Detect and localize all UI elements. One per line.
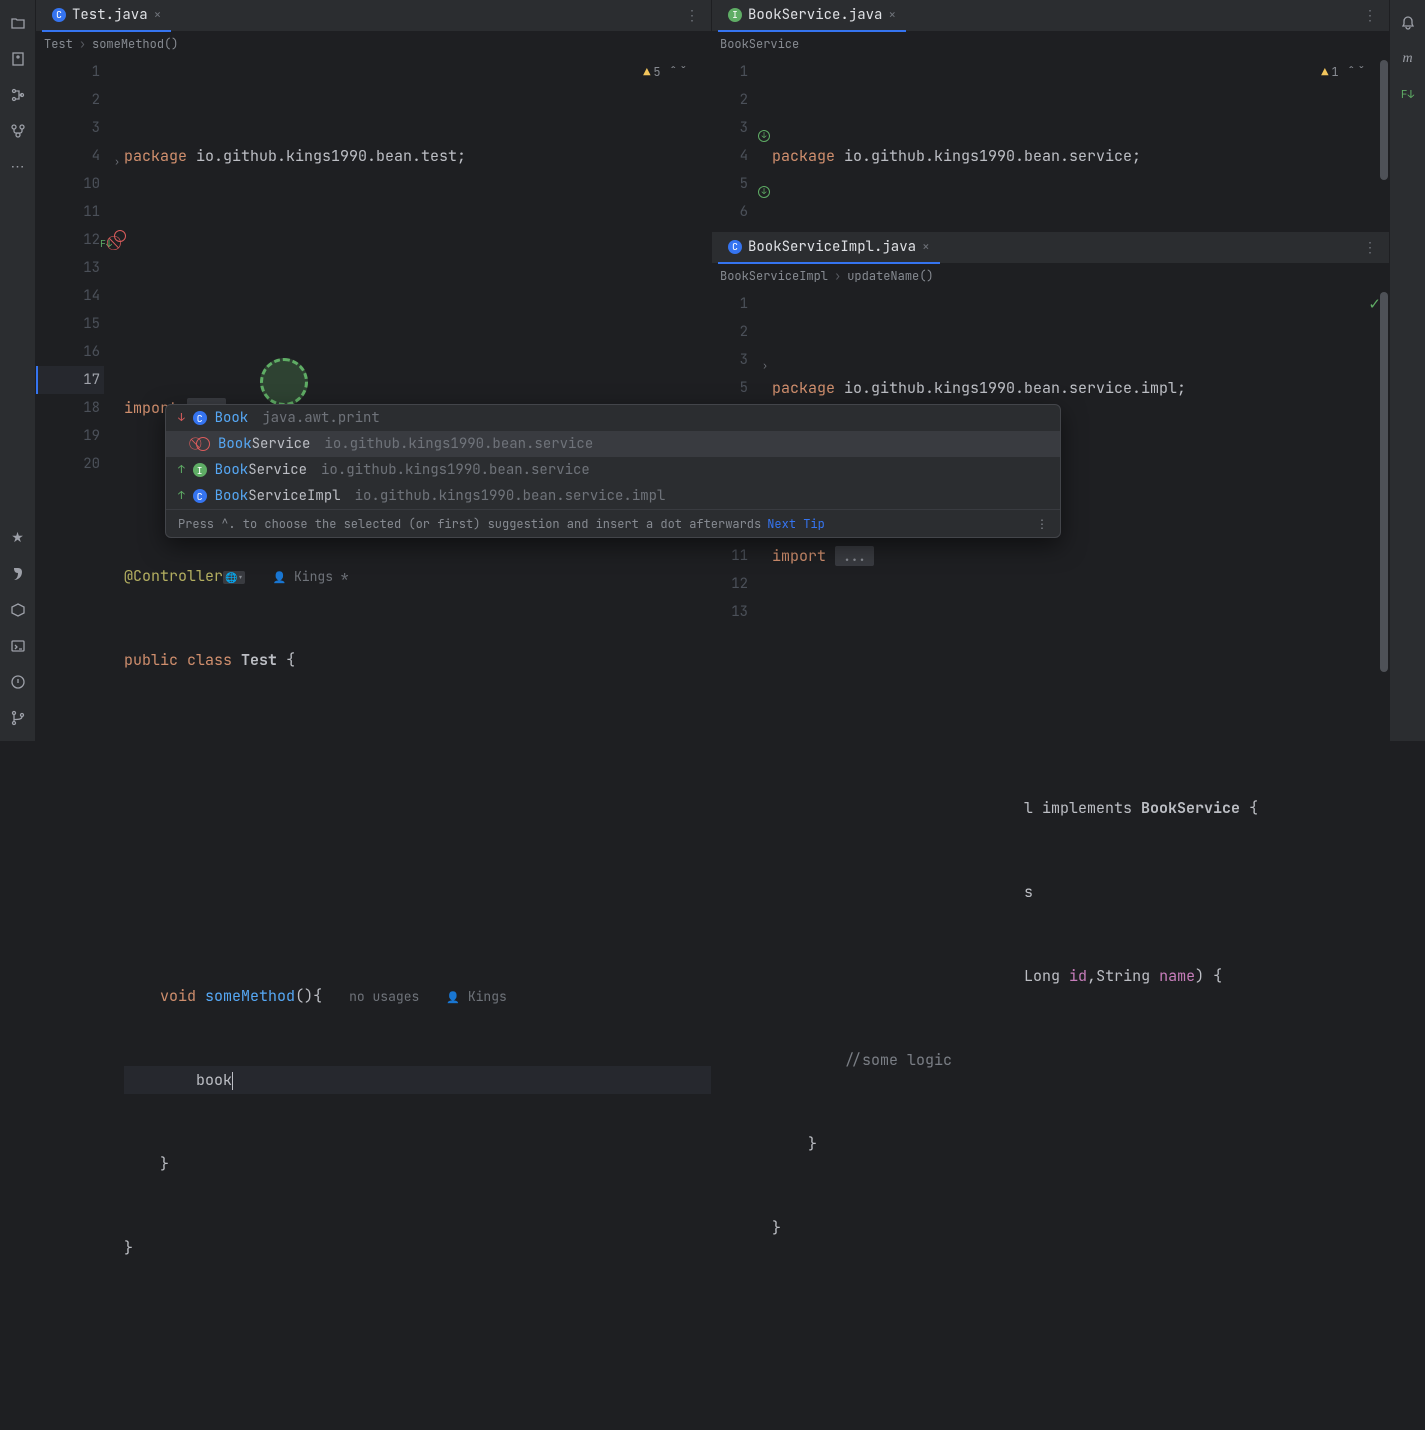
interface-icon: I [193, 463, 207, 477]
next-tip-link[interactable]: Next Tip [767, 516, 825, 532]
git-branch-icon[interactable] [9, 709, 27, 727]
breadcrumb-item[interactable]: Test [44, 36, 73, 52]
completion-item[interactable]: ↓ C Book java.awt.print [166, 405, 1060, 431]
completion-item[interactable]: ⃠ BookService io.github.kings1990.bean.s… [166, 431, 1060, 457]
close-icon[interactable]: × [922, 238, 930, 255]
inspection-badge[interactable]: ▲1 ˆ ˇ [1321, 58, 1365, 86]
breadcrumb-right2[interactable]: BookServiceImpl › updateName() [712, 264, 1389, 288]
left-tool-strip: ⋯ ★ [0, 0, 36, 741]
close-icon[interactable]: × [888, 6, 896, 23]
bookmark-icon[interactable] [9, 50, 27, 68]
problems-icon[interactable] [9, 673, 27, 691]
completion-footer: Press ^. to choose the selected (or firs… [166, 509, 1060, 537]
structure-icon[interactable] [9, 86, 27, 104]
editor-right-stack: I BookService.java × ⋮ BookService 1 2 3… [712, 0, 1389, 1430]
star-icon[interactable]: ★ [9, 529, 27, 547]
scrollbar[interactable] [1379, 288, 1389, 1430]
code-editor-right1[interactable]: 1 2 3↓ 4 5↓ 6 ▲1 ˆ ˇ package io.github.k… [712, 56, 1389, 231]
tab-bookserviceimpl[interactable]: C BookServiceImpl.java × [718, 232, 940, 264]
breadcrumb-item[interactable]: someMethod() [92, 36, 178, 52]
gutter-left: 1 2 3 4› 10 11 12F↓⃠ 13 14 15 16 17 18 1… [36, 56, 124, 1430]
completion-item[interactable]: ↑ I BookService io.github.kings1990.bean… [166, 457, 1060, 483]
tab-menu-icon[interactable]: ⋮ [1357, 7, 1383, 25]
breadcrumb-item[interactable]: BookServiceImpl [720, 268, 828, 284]
completion-item[interactable]: ↑ C BookServiceImpl io.github.kings1990.… [166, 483, 1060, 509]
forbidden-icon: ⃠ [196, 437, 210, 451]
more-icon[interactable]: ⋯ [9, 158, 27, 176]
breadcrumb-item[interactable]: BookService [720, 36, 799, 52]
terminal-icon[interactable] [9, 637, 27, 655]
tab-menu-icon[interactable]: ⋮ [679, 7, 705, 25]
arrow-down-icon: ↓ [178, 411, 185, 425]
class-icon: C [193, 411, 207, 425]
tab-bookservice[interactable]: I BookService.java × [718, 0, 906, 32]
class-icon: C [193, 489, 207, 503]
main-area: C Test.java × ⋮ Test › someMethod() 1 2 … [36, 0, 1389, 741]
code-editor-left[interactable]: 1 2 3 4› 10 11 12F↓⃠ 13 14 15 16 17 18 1… [36, 56, 711, 1430]
fast-request-icon[interactable]: F↓ [1399, 86, 1417, 104]
inspection-badge[interactable]: ▲5 ˆ ˇ [643, 58, 687, 86]
project-icon[interactable] [9, 14, 27, 32]
editor-left: C Test.java × ⋮ Test › someMethod() 1 2 … [36, 0, 712, 1430]
tab-menu-icon[interactable]: ⋮ [1357, 239, 1383, 257]
breadcrumb-right1[interactable]: BookService [712, 32, 1389, 56]
scrollbar[interactable] [1379, 56, 1389, 231]
notifications-icon[interactable] [1399, 14, 1417, 32]
code-body-left[interactable]: ▲5 ˆ ˇ package io.github.kings1990.bean.… [124, 56, 711, 1430]
tab-label: BookService.java [748, 6, 882, 24]
close-icon[interactable]: × [154, 6, 162, 23]
class-icon: C [52, 8, 66, 22]
tab-label: BookServiceImpl.java [748, 238, 916, 256]
tab-test-java[interactable]: C Test.java × [42, 0, 171, 32]
evernote-icon[interactable] [9, 565, 27, 583]
maven-icon[interactable]: m [1399, 50, 1417, 68]
popup-menu-icon[interactable]: ⋮ [1036, 516, 1048, 532]
right-tool-strip: m F↓ [1389, 0, 1425, 741]
chevron-right-icon: › [834, 268, 841, 284]
vcs-icon[interactable] [9, 122, 27, 140]
build-icon[interactable] [9, 601, 27, 619]
tab-bar-left: C Test.java × ⋮ [36, 0, 711, 32]
tab-label: Test.java [72, 6, 148, 24]
arrow-up-icon: ↑ [178, 463, 185, 477]
editor-right-top: I BookService.java × ⋮ BookService 1 2 3… [712, 0, 1389, 232]
interface-icon: I [728, 8, 742, 22]
breadcrumb-item[interactable]: updateName() [847, 268, 933, 284]
chevron-right-icon: › [79, 36, 86, 52]
arrow-up-icon: ↑ [178, 489, 185, 503]
completion-popup: ↓ C Book java.awt.print ⃠ BookService io… [165, 404, 1061, 538]
breadcrumb-left[interactable]: Test › someMethod() [36, 32, 711, 56]
class-icon: C [728, 240, 742, 254]
